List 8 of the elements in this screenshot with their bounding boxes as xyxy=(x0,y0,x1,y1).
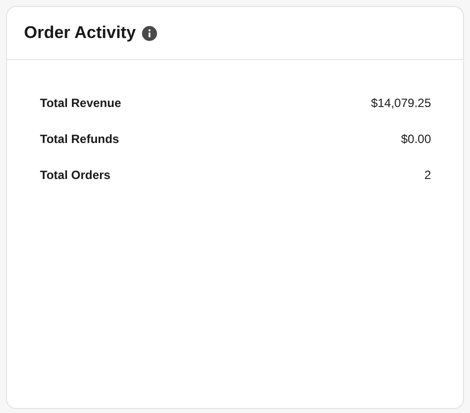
info-icon[interactable] xyxy=(142,26,157,40)
metric-label: Total Orders xyxy=(40,167,110,184)
metric-value: $14,079.25 xyxy=(370,95,431,112)
metric-label: Total Revenue xyxy=(40,95,122,112)
metric-value: 2 xyxy=(424,167,431,184)
metric-label: Total Refunds xyxy=(40,131,120,148)
card-title: Order Activity xyxy=(24,22,136,44)
metric-value: $0.00 xyxy=(400,131,431,148)
